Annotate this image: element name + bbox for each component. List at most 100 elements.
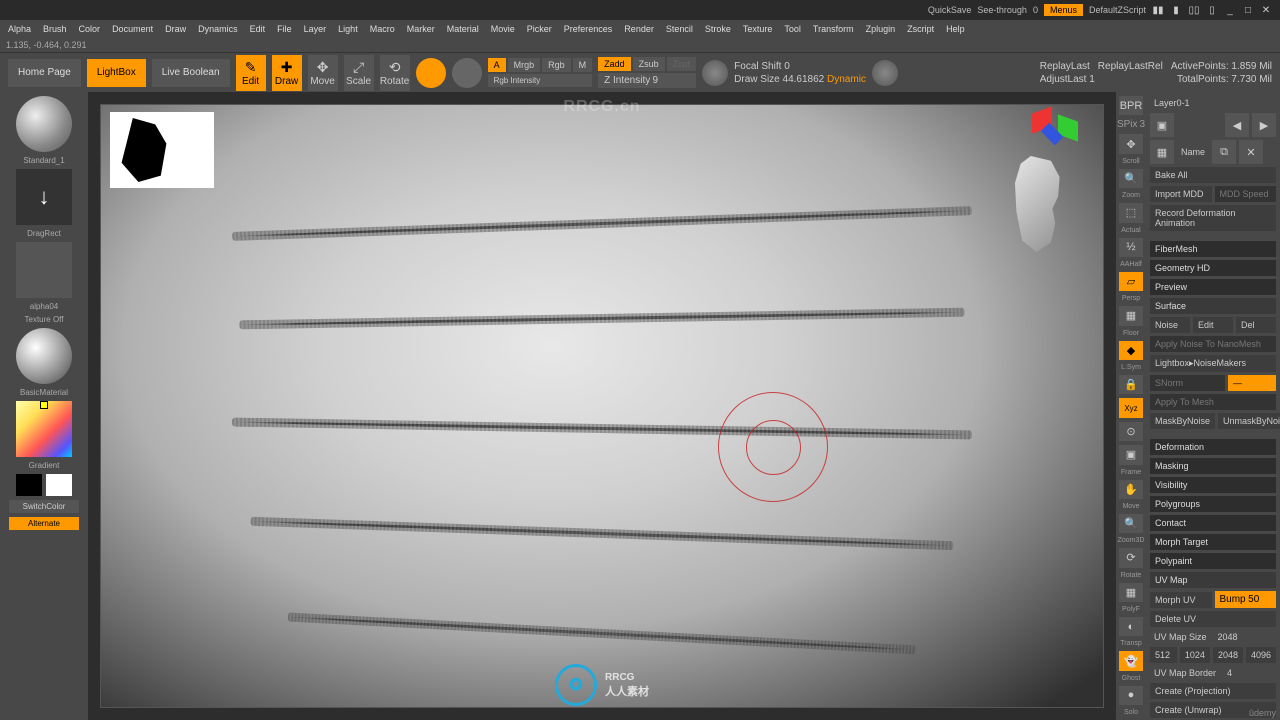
gradient-label[interactable]: Gradient <box>29 461 60 470</box>
fibermesh-header[interactable]: FiberMesh <box>1150 241 1276 257</box>
persp-button[interactable]: ▱ <box>1119 272 1143 291</box>
menu-preferences[interactable]: Preferences <box>560 22 617 36</box>
menu-picker[interactable]: Picker <box>523 22 556 36</box>
scale-mode-button[interactable]: ⤢Scale <box>344 55 374 91</box>
live-boolean-button[interactable]: Live Boolean <box>152 59 230 87</box>
menu-marker[interactable]: Marker <box>403 22 439 36</box>
zoom-button[interactable]: 🔍 <box>1119 169 1143 188</box>
actual-button[interactable]: ⬚ <box>1119 203 1143 222</box>
secondary-color-swatch[interactable] <box>46 474 72 496</box>
zsub-button[interactable]: Zsub <box>633 57 665 71</box>
mrgb-button[interactable]: Mrgb <box>508 58 541 72</box>
quicksave-button[interactable]: QuickSave <box>928 5 972 15</box>
layer-del-icon[interactable]: ✕ <box>1239 140 1263 164</box>
bake-all-button[interactable]: Bake All <box>1150 167 1276 183</box>
solo-button[interactable]: ● <box>1119 686 1143 705</box>
menu-macro[interactable]: Macro <box>366 22 399 36</box>
uv-size-2048[interactable]: 2048 <box>1213 647 1243 663</box>
menu-material[interactable]: Material <box>443 22 483 36</box>
minimize-icon[interactable]: _ <box>1224 4 1236 16</box>
zcut-button[interactable]: Zcut <box>667 57 697 71</box>
rotate-3d-button[interactable]: ⟳ <box>1119 548 1143 567</box>
snorm-slider[interactable]: SNorm <box>1150 375 1225 391</box>
draw-mode-button[interactable]: ✚Draw <box>272 55 302 91</box>
reference-thumbnail[interactable] <box>110 112 214 188</box>
alpha-selector[interactable] <box>16 242 72 298</box>
uv-map-size-value[interactable]: 2048 <box>1214 630 1242 644</box>
menu-light[interactable]: Light <box>334 22 362 36</box>
zoom3d-button[interactable]: 🔍 <box>1119 514 1143 533</box>
frame-button[interactable]: ▣ <box>1119 445 1143 464</box>
layout4-icon[interactable]: ▯ <box>1206 4 1218 16</box>
edit-mode-button[interactable]: ✎Edit <box>236 55 266 91</box>
menu-movie[interactable]: Movie <box>487 22 519 36</box>
draw-size-slider[interactable]: Draw Size 44.61862 Dynamic <box>734 74 866 85</box>
apply-noise-nanomesh-button[interactable]: Apply Noise To NanoMesh <box>1150 336 1276 352</box>
zadd-button[interactable]: Zadd <box>598 57 631 71</box>
noise-button[interactable]: Noise <box>1150 317 1190 333</box>
menus-button[interactable]: Menus <box>1044 4 1083 16</box>
center-button[interactable]: ⊙ <box>1119 422 1143 441</box>
apply-to-mesh-button[interactable]: Apply To Mesh <box>1150 394 1276 410</box>
create-projection-button[interactable]: Create (Projection) <box>1150 683 1276 699</box>
sculptris-button[interactable] <box>452 58 482 88</box>
menu-stroke[interactable]: Stroke <box>701 22 735 36</box>
stroke-selector[interactable]: ↓ <box>16 169 72 225</box>
layer-name[interactable]: Layer0-1 <box>1150 96 1276 110</box>
ghost-button[interactable]: 👻 <box>1119 651 1143 670</box>
z-intensity-slider[interactable]: Z Intensity 9 <box>598 73 696 88</box>
lazy-mouse-icon[interactable] <box>702 60 728 86</box>
close-icon[interactable]: ✕ <box>1260 4 1272 16</box>
maximize-icon[interactable]: □ <box>1242 4 1254 16</box>
move-mode-button[interactable]: ✥Move <box>308 55 338 91</box>
seethrough-value[interactable]: 0 <box>1033 5 1038 15</box>
rgb-button[interactable]: Rgb <box>542 58 571 72</box>
menu-zscript[interactable]: Zscript <box>903 22 938 36</box>
texture-selector[interactable] <box>16 328 72 384</box>
menu-dynamics[interactable]: Dynamics <box>194 22 242 36</box>
layer-icon2[interactable]: ◀ <box>1225 113 1249 137</box>
layer-icon1[interactable]: ▣ <box>1150 113 1174 137</box>
menu-document[interactable]: Document <box>108 22 157 36</box>
masking-header[interactable]: Masking <box>1150 458 1276 474</box>
menu-help[interactable]: Help <box>942 22 969 36</box>
noise-edit-button[interactable]: Edit <box>1193 317 1233 333</box>
import-mdd-button[interactable]: Import MDD <box>1150 186 1212 202</box>
polygroups-header[interactable]: Polygroups <box>1150 496 1276 512</box>
menu-color[interactable]: Color <box>75 22 105 36</box>
default-zscript-button[interactable]: DefaultZScript <box>1089 5 1146 15</box>
unmask-by-noise-button[interactable]: UnmaskByNoi <box>1218 413 1280 429</box>
layout3-icon[interactable]: ▯▯ <box>1188 4 1200 16</box>
floor-button[interactable]: ▦ <box>1119 306 1143 325</box>
replay-last-button[interactable]: ReplayLast <box>1040 61 1090 72</box>
bump-slider[interactable]: Bump 50 <box>1215 591 1277 608</box>
uv-size-4096[interactable]: 4096 <box>1246 647 1276 663</box>
menu-texture[interactable]: Texture <box>739 22 777 36</box>
transp-button[interactable]: ◐ <box>1119 617 1143 636</box>
preview-header[interactable]: Preview <box>1150 279 1276 295</box>
deformation-header[interactable]: Deformation <box>1150 439 1276 455</box>
layout1-icon[interactable]: ▮▮ <box>1152 4 1164 16</box>
brush-selector[interactable] <box>16 96 72 152</box>
menu-transform[interactable]: Transform <box>809 22 858 36</box>
rgb-intensity-slider[interactable]: Rgb Intensity <box>488 74 593 87</box>
scroll-button[interactable]: ✥ <box>1119 134 1143 153</box>
menu-file[interactable]: File <box>273 22 296 36</box>
main-color-swatch[interactable] <box>16 474 42 496</box>
rotate-mode-button[interactable]: ⟲Rotate <box>380 55 410 91</box>
morph-uv-button[interactable]: Morph UV <box>1150 592 1212 608</box>
dynamic-brush-icon[interactable] <box>872 60 898 86</box>
adjust-last-slider[interactable]: AdjustLast 1 <box>1040 74 1095 85</box>
alternate-button[interactable]: Alternate <box>9 517 79 530</box>
replay-last-rel-button[interactable]: ReplayLastRel <box>1098 61 1163 72</box>
a-channel-button[interactable]: A <box>488 58 506 72</box>
mdd-speed-slider[interactable]: MDD Speed <box>1215 186 1277 202</box>
record-deformation-button[interactable]: Record Deformation Animation <box>1150 205 1276 231</box>
lightbox-noisemakers-button[interactable]: Lightbox▸NoiseMakers <box>1150 355 1276 372</box>
viewport[interactable]: RRCG.cn ✪ RRCG 人人素材 <box>88 92 1116 720</box>
color-picker[interactable] <box>16 401 72 457</box>
xyz-button[interactable]: Xyz <box>1119 398 1143 417</box>
menu-stencil[interactable]: Stencil <box>662 22 697 36</box>
menu-draw[interactable]: Draw <box>161 22 190 36</box>
uv-border-value[interactable]: 4 <box>1223 666 1236 680</box>
